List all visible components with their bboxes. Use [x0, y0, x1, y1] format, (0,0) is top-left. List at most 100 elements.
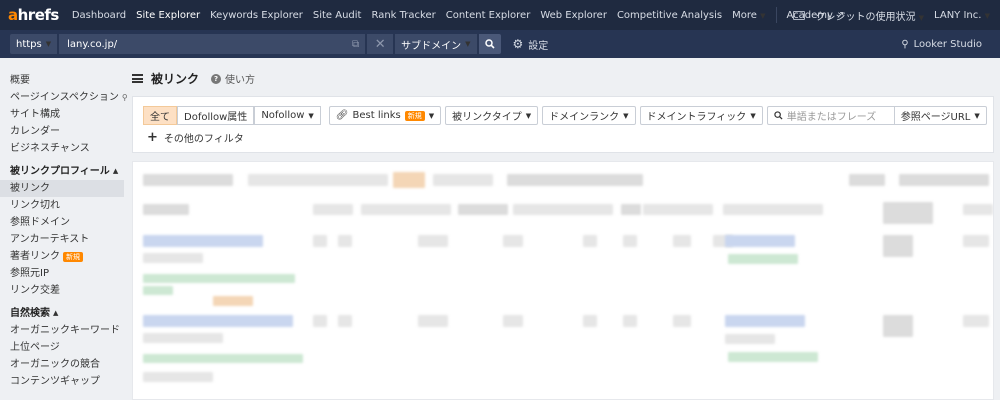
caret-down-icon: ▼	[918, 13, 925, 22]
domain-rank-dropdown[interactable]: ドメインランク ▼	[542, 106, 636, 125]
question-icon: ?	[211, 73, 222, 84]
blurred-link	[143, 235, 263, 247]
looker-studio-button[interactable]: ⚲ Looker Studio	[901, 30, 982, 58]
blurred-cell	[623, 315, 637, 327]
sidebar-item-content-gap[interactable]: コンテンツギャップ	[0, 373, 124, 390]
nav-site-audit[interactable]: Site Audit	[308, 10, 367, 21]
sidebar-item-backlinks[interactable]: 被リンク	[0, 180, 124, 197]
page-header: 被リンク ? 使い方	[132, 70, 255, 87]
caret-up-icon: ▲	[53, 309, 59, 317]
sidebar-section-organic-search[interactable]: 自然検索 ▲	[0, 305, 124, 322]
blurred-cell	[433, 174, 493, 186]
filter-row: 全て Dofollow属性 Nofollow ▼ 🔗︎ Best links 新規…	[143, 106, 987, 125]
blurred-cell	[143, 253, 203, 263]
caret-down-icon: ▼	[974, 111, 980, 120]
blurred-header	[963, 204, 993, 215]
sidebar-item-opportunities[interactable]: ビジネスチャンス	[0, 140, 124, 157]
filter-nofollow-dropdown[interactable]: Nofollow ▼	[254, 106, 321, 125]
ahrefs-logo[interactable]: ahrefs	[8, 6, 59, 24]
menu-icon[interactable]	[132, 74, 143, 83]
sidebar-item-author-links[interactable]: 著者リンク 新規	[0, 248, 124, 265]
filter-all-button[interactable]: 全て	[143, 106, 177, 125]
blurred-url	[143, 354, 303, 363]
blurred-url	[728, 254, 798, 264]
blurred-cell	[213, 296, 253, 306]
blurred-cell	[418, 235, 448, 247]
clear-icon[interactable]: ✕	[367, 34, 394, 54]
page-title: 被リンク	[151, 72, 200, 86]
blurred-header	[361, 204, 451, 215]
best-links-dropdown[interactable]: 🔗︎ Best links 新規 ▼	[328, 106, 442, 125]
url-input[interactable]: lany.co.jp/ ⧉	[59, 34, 366, 54]
blurred-cell	[503, 235, 523, 247]
monitor-icon[interactable]	[793, 10, 806, 20]
caret-down-icon: ▼	[984, 11, 990, 20]
account-menu[interactable]: LANY Inc. ▼	[934, 10, 990, 21]
link-type-dropdown[interactable]: 被リンクタイプ ▼	[445, 106, 539, 125]
open-link-icon[interactable]: ⧉	[352, 39, 359, 50]
blurred-cell	[673, 235, 691, 247]
sidebar-item-organic-keywords[interactable]: オーガニックキーワード	[0, 322, 124, 339]
blurred-url	[728, 352, 818, 362]
sidebar-item-top-pages[interactable]: 上位ページ	[0, 339, 124, 356]
blurred-url	[143, 274, 295, 283]
blurred-cell	[623, 235, 637, 247]
blurred-cell	[899, 174, 989, 186]
more-filters-button[interactable]: + その他のフィルタ	[147, 130, 244, 146]
domain-traffic-dropdown[interactable]: ドメイントラフィック ▼	[639, 106, 763, 125]
filter-dofollow-button[interactable]: Dofollow属性	[177, 106, 255, 125]
nav-competitive-analysis[interactable]: Competitive Analysis	[612, 10, 727, 21]
filter-panel: 全て Dofollow属性 Nofollow ▼ 🔗︎ Best links 新規…	[132, 96, 994, 153]
blurred-cell	[143, 372, 213, 382]
blurred-cell	[507, 174, 643, 186]
blurred-url	[143, 286, 173, 295]
keyword-search-input[interactable]: 単語またはフレーズ	[766, 106, 895, 125]
sidebar-item-link-intersect[interactable]: リンク交差	[0, 282, 124, 299]
blurred-cell	[725, 334, 775, 344]
credit-usage-menu[interactable]: クレジットの使用状況 ▼	[815, 8, 924, 23]
sidebar-item-broken-links[interactable]: リンク切れ	[0, 197, 124, 214]
settings-button[interactable]: ⚙ 設定	[513, 37, 549, 52]
sidebar-section-backlink-profile[interactable]: 被リンクプロフィール ▲	[0, 163, 124, 180]
nav-content-explorer[interactable]: Content Explorer	[441, 10, 536, 21]
blurred-header	[643, 204, 713, 215]
blurred-cell	[393, 172, 425, 188]
nav-rank-tracker[interactable]: Rank Tracker	[366, 10, 440, 21]
sidebar-item-page-inspection[interactable]: ページインスペクション ⚲	[0, 89, 128, 106]
target-bar: https ▼ lany.co.jp/ ⧉ ✕ サブドメイン ▼ ⚙ 設定 ⚲ Lo…	[0, 30, 1000, 58]
gear-icon: ⚙	[512, 37, 524, 51]
blurred-link	[143, 315, 293, 327]
blurred-header	[313, 204, 353, 215]
sidebar-item-calendar[interactable]: カレンダー	[0, 123, 124, 140]
sidebar-item-anchors[interactable]: アンカーテキスト	[0, 231, 124, 248]
nav-right: クレジットの使用状況 ▼ LANY Inc. ▼	[793, 0, 990, 30]
nav-keywords-explorer[interactable]: Keywords Explorer	[205, 10, 308, 21]
how-to-link[interactable]: ? 使い方	[211, 71, 255, 86]
top-nav: ahrefs Dashboard Site Explorer Keywords …	[0, 0, 1000, 30]
search-button[interactable]	[478, 34, 501, 54]
blurred-cell	[313, 315, 327, 327]
blurred-cell	[338, 315, 352, 327]
blurred-cell	[143, 333, 223, 343]
nav-dashboard[interactable]: Dashboard	[67, 10, 131, 21]
sidebar-item-site-structure[interactable]: サイト構成	[0, 106, 124, 123]
sidebar: 概要 ページインスペクション ⚲ サイト構成 カレンダー ビジネスチャンス 被リン…	[0, 58, 128, 400]
blurred-link	[725, 315, 805, 327]
nav-divider	[775, 7, 777, 23]
nav-web-explorer[interactable]: Web Explorer	[535, 10, 612, 21]
blurred-header	[621, 204, 641, 215]
sidebar-item-referring-domains[interactable]: 参照ドメイン	[0, 214, 124, 231]
sidebar-item-overview[interactable]: 概要	[0, 72, 124, 89]
nav-site-explorer[interactable]: Site Explorer	[131, 10, 205, 21]
search-scope-dropdown[interactable]: 参照ページURL ▼	[894, 106, 987, 125]
nav-more[interactable]: More ▼	[727, 10, 770, 21]
sidebar-item-referring-ips[interactable]: 参照元IP	[0, 265, 124, 282]
new-badge: 新規	[404, 110, 425, 121]
mode-select[interactable]: サブドメイン ▼	[395, 34, 477, 54]
protocol-select[interactable]: https ▼	[10, 34, 58, 54]
sidebar-item-organic-competitors[interactable]: オーガニックの競合	[0, 356, 124, 373]
caret-down-icon: ▼	[465, 40, 471, 48]
blurred-header	[723, 204, 823, 215]
blurred-cell	[313, 235, 327, 247]
blurred-cell	[248, 174, 388, 186]
